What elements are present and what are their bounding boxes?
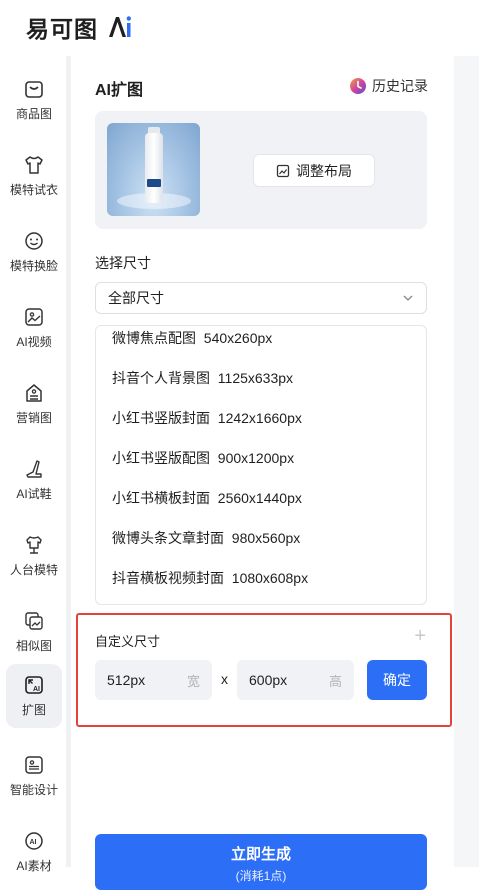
generate-button[interactable]: 立即生成 (消耗1点) bbox=[95, 834, 427, 890]
sidebar-item-label: 扩图 bbox=[21, 703, 46, 717]
size-option-list[interactable]: 微博焦点配图 540x260px 抖音个人背景图 1125x633px 小红书竖… bbox=[95, 325, 427, 605]
adjust-layout-button[interactable]: 调整布局 bbox=[253, 154, 375, 187]
sidebar-item-label: 商品图 bbox=[15, 107, 52, 121]
size-option[interactable]: 微博焦点配图 540x260px bbox=[112, 328, 272, 350]
sidebar-item-label: 智能设计 bbox=[9, 783, 58, 797]
custom-size-title: 自定义尺寸 bbox=[95, 634, 161, 649]
sidebar-item-label: 模特换脸 bbox=[9, 259, 58, 273]
source-image-card: 调整布局 bbox=[95, 111, 427, 229]
sidebar-item-face-swap[interactable]: 模特换脸 bbox=[6, 220, 62, 284]
marketing-icon bbox=[26, 384, 42, 402]
app-logo[interactable]: 易可图 bbox=[26, 12, 132, 42]
sidebar-item-ai-shoe[interactable]: AI试鞋 bbox=[6, 448, 62, 512]
size-option[interactable]: 微博头条文章封面 980x560px bbox=[112, 528, 300, 550]
size-option[interactable]: 小红书竖版配图 900x1200px bbox=[112, 448, 294, 470]
add-custom-size-icon[interactable]: + bbox=[414, 626, 426, 646]
history-label: 历史记录 bbox=[372, 78, 428, 94]
sidebar-item-mannequin[interactable]: 人台模特 bbox=[6, 524, 62, 588]
sidebar-item-product-image[interactable]: 商品图 bbox=[6, 68, 62, 132]
layout-icon bbox=[276, 164, 290, 177]
generate-label: 立即生成 bbox=[230, 846, 291, 863]
sidebar-item-ai-video[interactable]: AI视频 bbox=[6, 296, 62, 360]
tshirt-icon bbox=[25, 156, 43, 174]
history-button[interactable]: 历史记录 bbox=[348, 76, 428, 96]
face-icon bbox=[25, 232, 43, 250]
chevron-down-icon bbox=[403, 295, 413, 301]
top-bar: 易可图 bbox=[0, 0, 479, 56]
logo-ai-mark bbox=[106, 14, 132, 40]
shoe-icon bbox=[26, 460, 42, 478]
logo-text: 易可图 bbox=[26, 16, 98, 42]
smart-design-icon bbox=[25, 756, 43, 774]
sidebar-item-label: 人台模特 bbox=[9, 563, 58, 577]
size-option[interactable]: 抖音个人背景图 1125x633px bbox=[112, 368, 293, 390]
product-thumbnail[interactable] bbox=[107, 123, 200, 216]
sidebar-item-expand-image[interactable]: AI 扩图 bbox=[6, 664, 62, 728]
sidebar-item-ai-material[interactable]: AI AI素材 bbox=[6, 820, 62, 884]
height-suffix: 高 bbox=[328, 674, 342, 689]
size-category-select[interactable]: 全部尺寸 bbox=[95, 282, 427, 314]
mannequin-icon bbox=[26, 536, 42, 554]
sidebar-item-label: 营销图 bbox=[15, 411, 52, 425]
sidebar-item-smart-design[interactable]: 智能设计 bbox=[6, 744, 62, 808]
similar-image-icon bbox=[25, 612, 43, 630]
width-input[interactable]: 512px 宽 bbox=[95, 660, 212, 700]
svg-text:AI: AI bbox=[30, 839, 37, 846]
adjust-layout-label: 调整布局 bbox=[296, 162, 352, 179]
svg-text:AI: AI bbox=[33, 686, 40, 693]
sidebar: 商品图 模特试衣 模特换脸 AI视频 营销图 AI试鞋 人台模特 相似图 AI … bbox=[0, 56, 66, 873]
sidebar-item-label: 模特试衣 bbox=[9, 183, 58, 197]
sidebar-item-marketing[interactable]: 营销图 bbox=[6, 372, 62, 436]
sidebar-item-similar-image[interactable]: 相似图 bbox=[6, 600, 62, 664]
ai-material-icon: AI bbox=[25, 832, 43, 850]
size-section-label: 选择尺寸 bbox=[95, 255, 151, 271]
dimension-separator: x bbox=[221, 671, 228, 687]
sidebar-item-model-tryon[interactable]: 模特试衣 bbox=[6, 144, 62, 208]
confirm-button[interactable]: 确定 bbox=[367, 660, 427, 700]
video-icon bbox=[25, 308, 43, 326]
expand-panel: AI扩图 历史记录 调整布局 选择尺寸 全部尺寸 微博焦点配图 540x260p… bbox=[71, 56, 454, 890]
size-option[interactable]: 小红书竖版封面 1242x1660px bbox=[112, 408, 302, 430]
height-input[interactable]: 600px 高 bbox=[237, 660, 354, 700]
bag-icon bbox=[25, 81, 43, 98]
width-value: 512px bbox=[107, 672, 146, 688]
sidebar-item-label: AI试鞋 bbox=[16, 487, 52, 501]
sidebar-item-label: AI视频 bbox=[16, 335, 52, 349]
size-select-value: 全部尺寸 bbox=[108, 290, 164, 306]
sidebar-item-label: AI素材 bbox=[16, 859, 52, 873]
right-gutter bbox=[454, 56, 479, 867]
expand-icon: AI bbox=[25, 676, 43, 694]
generate-cost-label: (消耗1点) bbox=[235, 869, 287, 883]
sidebar-item-label: 相似图 bbox=[15, 639, 52, 653]
page-title: AI扩图 bbox=[95, 82, 144, 99]
size-option[interactable]: 小红书横板封面 2560x1440px bbox=[112, 488, 302, 510]
height-value: 600px bbox=[249, 672, 288, 688]
width-suffix: 宽 bbox=[186, 674, 200, 689]
size-option[interactable]: 抖音横板视频封面 1080x608px bbox=[112, 568, 308, 590]
history-icon bbox=[350, 78, 366, 94]
